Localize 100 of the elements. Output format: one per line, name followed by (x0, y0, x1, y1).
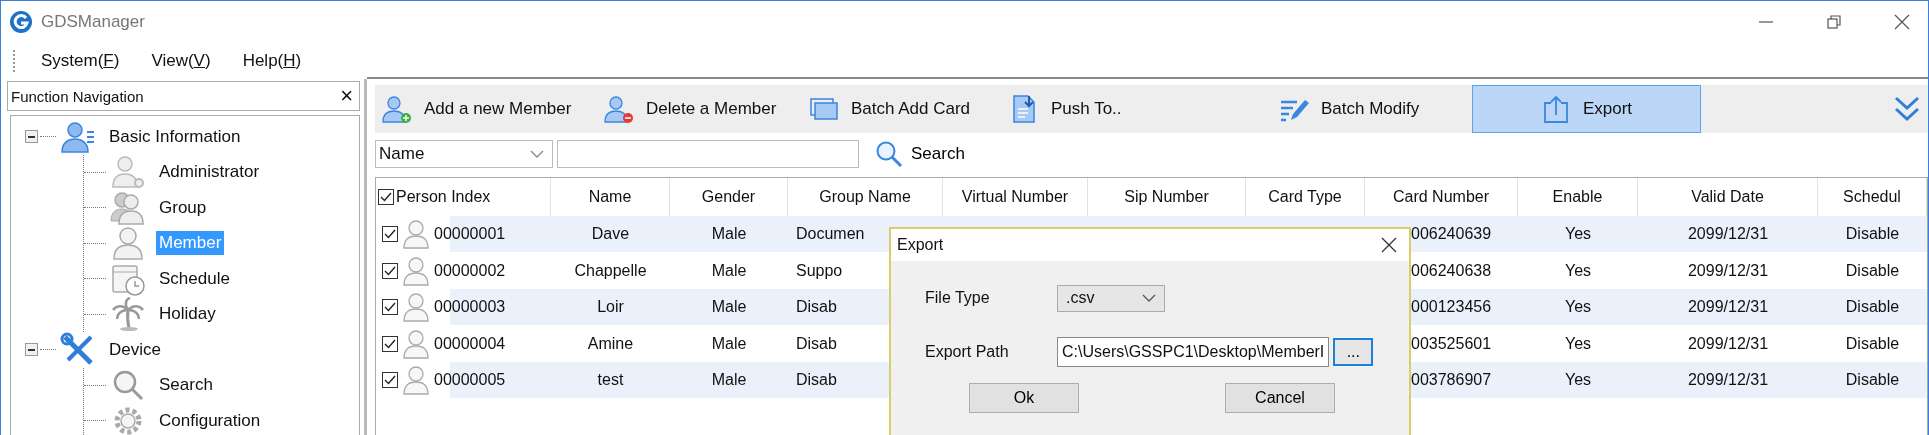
column-header[interactable]: Schedul (1843, 188, 1901, 206)
file-type-dropdown[interactable]: .csv (1057, 284, 1165, 312)
person-gear-icon (110, 154, 146, 191)
table-cell: 2099/12/31 (1687, 225, 1769, 244)
menu-item[interactable]: System(F) (27, 51, 138, 71)
table-cell-text: Suppo (795, 261, 843, 280)
table-cell: Disable (1845, 261, 1900, 280)
table-cell: 00000001 (434, 225, 506, 244)
column-header[interactable]: Enable (1552, 188, 1603, 206)
table-cell: 00000002 (434, 261, 506, 280)
column-header[interactable]: Card Type (1268, 188, 1342, 206)
table-cell-text: 006240639 (1410, 225, 1492, 244)
people-icon (110, 189, 146, 226)
table-cell-text: 003786907 (1410, 371, 1492, 390)
toolbar-button[interactable]: Batch Modify (1272, 85, 1472, 133)
table-cell-text: Disab (795, 334, 837, 353)
table-cell: Disable (1845, 334, 1900, 353)
menu-item[interactable]: Help(H) (228, 51, 320, 71)
browse-button[interactable]: ... (1333, 338, 1374, 366)
tree-item[interactable]: Search (156, 373, 216, 398)
table-cell: Yes (1564, 371, 1592, 390)
tree-item[interactable]: Basic Information (106, 124, 244, 149)
table-cell: 2099/12/31 (1687, 261, 1769, 280)
row-checkbox[interactable] (382, 226, 398, 243)
tree-item[interactable]: Configuration (156, 408, 264, 433)
dialog-button[interactable]: Cancel (1225, 383, 1335, 413)
dialog-button[interactable]: Ok (969, 383, 1079, 413)
search-button[interactable]: Search (875, 140, 965, 168)
column-header[interactable]: Virtual Number (961, 188, 1069, 206)
tree-item[interactable]: Group (156, 195, 210, 220)
restore-icon[interactable] (1826, 14, 1842, 30)
column-header[interactable]: Group Name (819, 188, 911, 206)
table-cell: 00000003 (434, 298, 506, 317)
panel-title: Function Navigation (11, 87, 144, 105)
chevron-down-icon (1142, 294, 1156, 302)
table-cell: Chappelle (574, 261, 647, 280)
table-cell: Male (711, 225, 747, 244)
table-cell-text: 000123456 (1410, 298, 1492, 317)
close-icon[interactable] (1894, 14, 1910, 30)
select-all-checkbox[interactable] (378, 189, 394, 205)
column-header[interactable]: Sip Number (1124, 188, 1209, 206)
row-checkbox[interactable] (382, 299, 398, 316)
table-cell-text: Disab (795, 298, 837, 317)
avatar-icon (402, 292, 430, 323)
collapse-icon[interactable] (25, 130, 38, 144)
collapse-icon[interactable] (25, 343, 38, 357)
column-header[interactable]: Valid Date (1691, 188, 1764, 206)
tree-item[interactable]: Holiday (156, 302, 219, 327)
table-cell: 2099/12/31 (1687, 371, 1769, 390)
remove-person-icon (604, 94, 634, 124)
field-dropdown[interactable]: Name (375, 140, 553, 168)
table-cell: Male (711, 298, 747, 317)
column-header[interactable]: Gender (701, 188, 756, 206)
toolbar-button[interactable]: Push To.. (1002, 85, 1272, 133)
field-label: File Type (925, 289, 991, 307)
column-header[interactable]: Person Index (396, 188, 491, 206)
avatar-icon (402, 365, 430, 396)
dialog-title: Export (897, 236, 944, 254)
toolbar-button[interactable]: Delete a Member (597, 85, 802, 133)
table-cell: test (597, 371, 624, 390)
export-path-field[interactable]: C:\Users\GSSPC1\Desktop\MemberI (1057, 337, 1330, 367)
window-title: GDSManager (41, 12, 145, 32)
double-chevron-icon[interactable] (1894, 95, 1920, 123)
row-checkbox[interactable] (382, 335, 398, 352)
toolbar-button[interactable]: Export (1472, 85, 1701, 133)
table-cell: Disable (1845, 371, 1900, 390)
column-header[interactable]: Card Number (1393, 188, 1489, 206)
app-logo-icon (9, 10, 33, 34)
table-cell: 00000004 (434, 334, 506, 353)
table-cell: 2099/12/31 (1687, 334, 1769, 353)
table-cell-text: Documen (795, 225, 865, 244)
table-cell: Amine (587, 334, 634, 353)
person-icon (110, 225, 146, 262)
table-cell: Loir (597, 298, 624, 317)
tree-item[interactable]: Administrator (156, 160, 263, 185)
table-cell: Disable (1845, 298, 1900, 317)
row-checkbox[interactable] (382, 372, 398, 389)
table-cell: 2099/12/31 (1687, 298, 1769, 317)
search-field[interactable] (557, 140, 859, 168)
table-cell-text: 003525601 (1410, 334, 1492, 353)
row-checkbox[interactable] (382, 262, 398, 279)
tree-item[interactable]: Device (106, 337, 164, 362)
table-cell: Yes (1564, 298, 1592, 317)
toolbar-button[interactable]: Add a new Member (375, 85, 597, 133)
toolbar-button[interactable]: Batch Add Card (802, 85, 1002, 133)
chevron-down-icon (530, 150, 544, 158)
menu-item[interactable]: View(V) (137, 51, 229, 71)
table-cell: Yes (1564, 261, 1592, 280)
tree-item[interactable]: Schedule (156, 266, 233, 291)
close-icon[interactable] (1381, 237, 1397, 253)
close-button[interactable]: × (340, 85, 353, 107)
palm-tree-icon (110, 296, 146, 333)
table-cell-text: Disab (795, 371, 837, 390)
table-cell: Male (711, 371, 747, 390)
search-icon (875, 140, 903, 168)
table-cell: Disable (1845, 225, 1900, 244)
avatar-icon (402, 219, 430, 250)
column-header[interactable]: Name (588, 188, 632, 206)
avatar-icon (402, 255, 430, 286)
table-cell: 00000005 (434, 371, 506, 390)
